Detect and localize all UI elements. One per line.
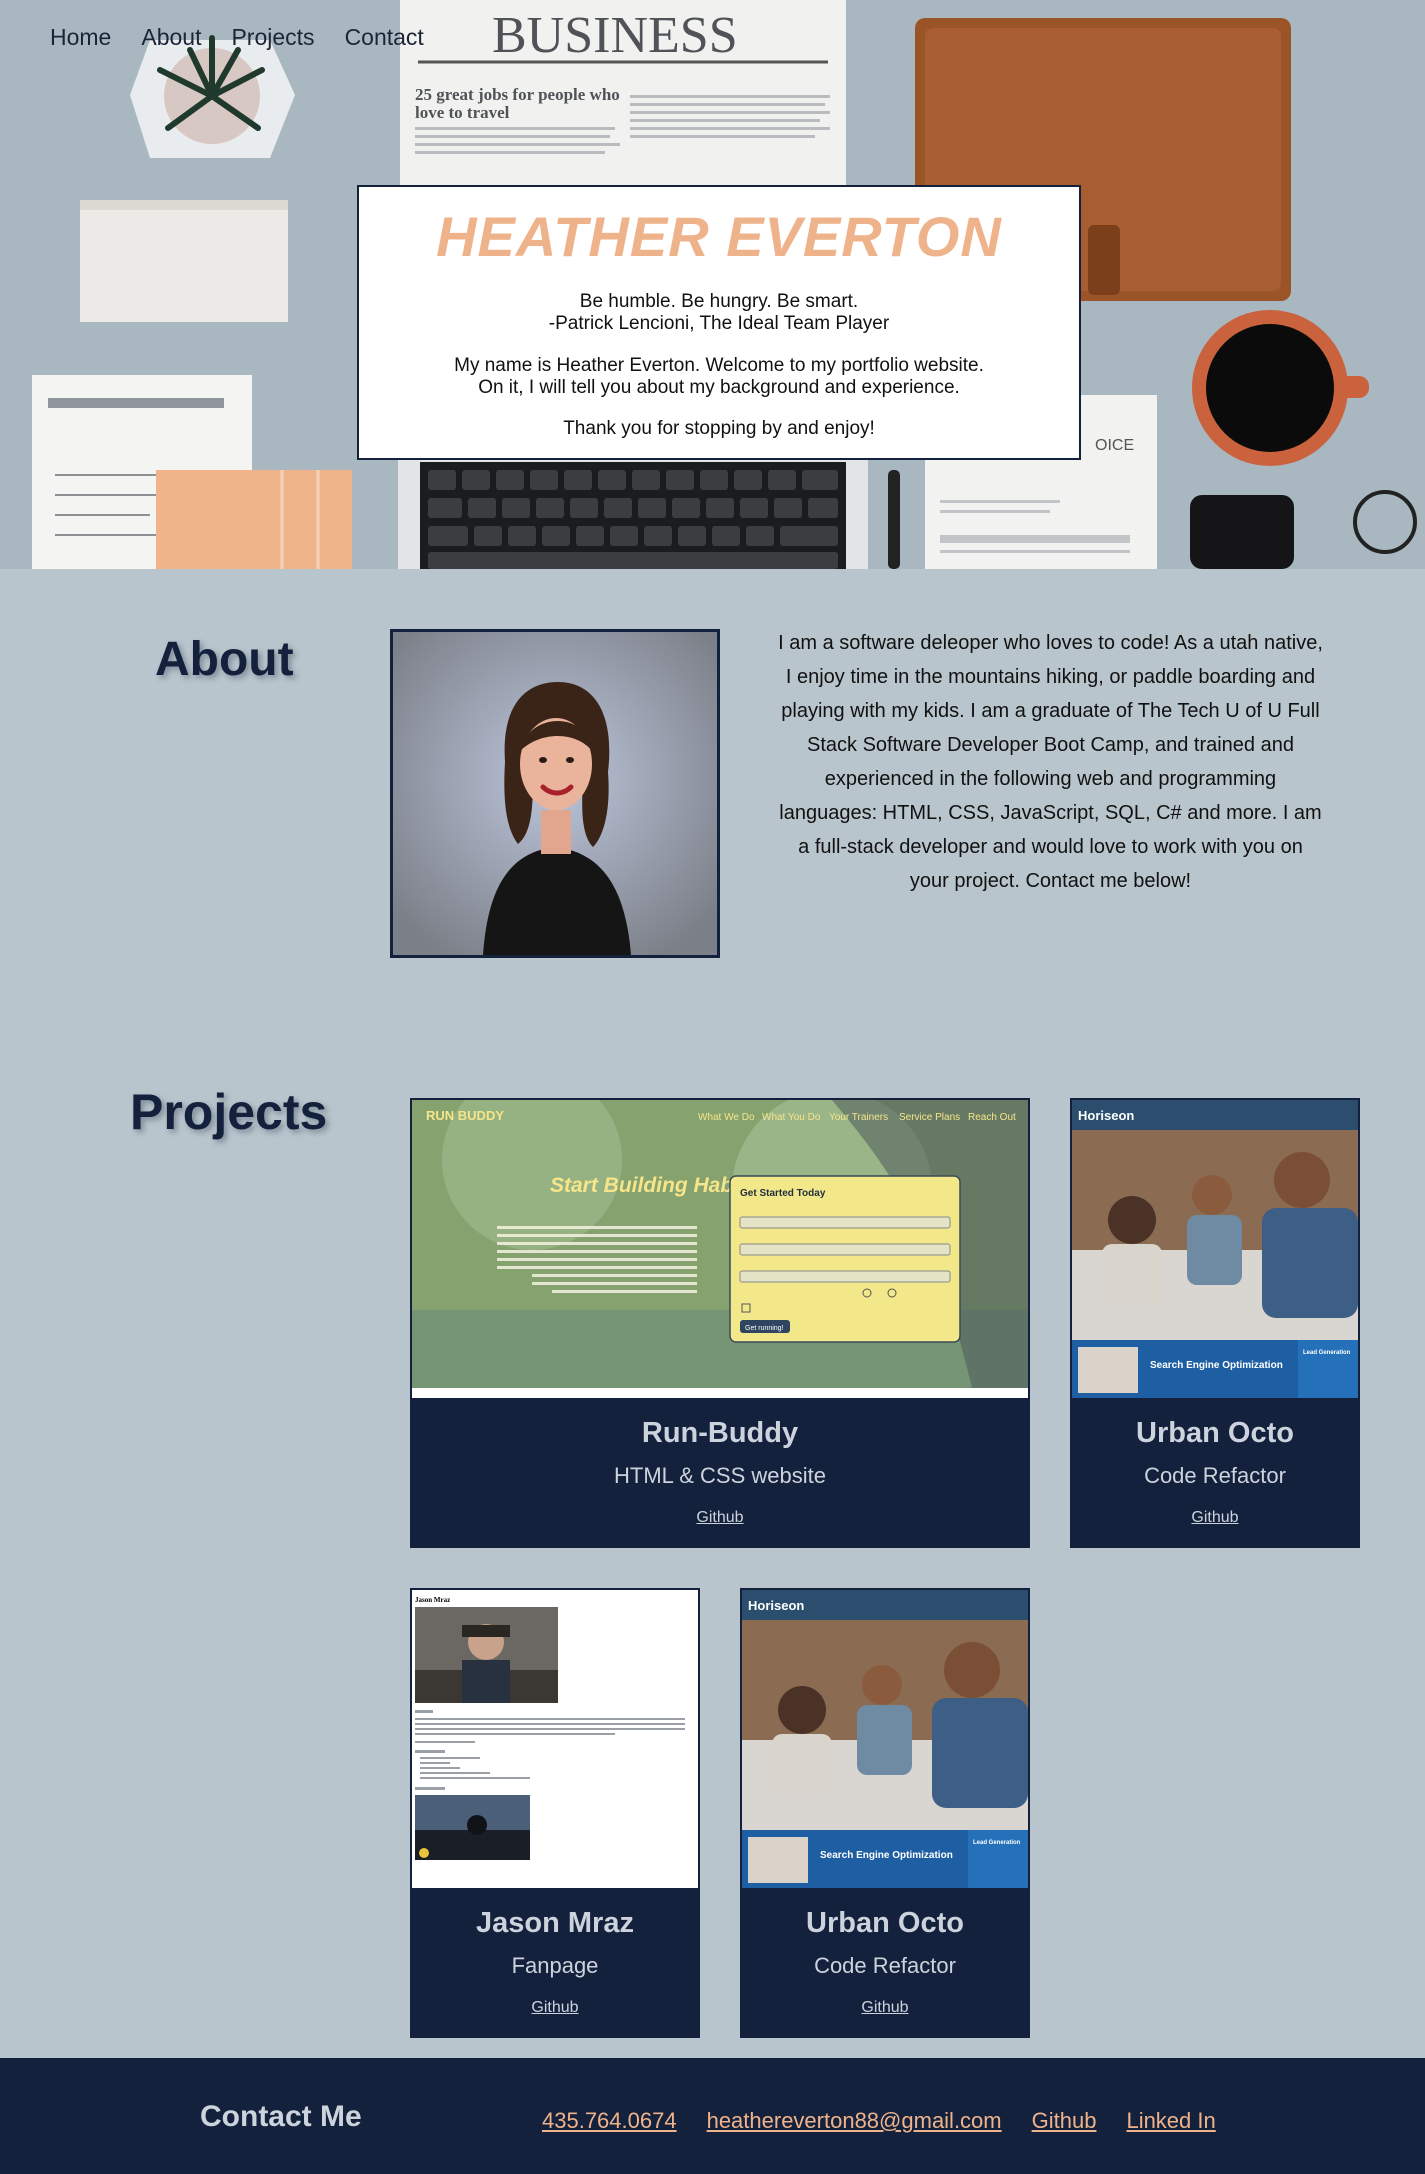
hero-intro-line: On it, I will tell you about my backgrou… <box>478 377 960 398</box>
run-buddy-form-button: Get running! <box>745 1325 784 1332</box>
card-info: Jason Mraz Fanpage Github <box>412 1888 698 2036</box>
contact-links: 435.764.0674 heathereverton88@gmail.com … <box>542 2108 1216 2134</box>
run-buddy-form-title: Get Started Today <box>740 1188 826 1199</box>
run-buddy-nav: What You Do <box>762 1112 821 1123</box>
hero-intro-card: HEATHER EVERTON Be humble. Be hungry. Be… <box>357 185 1081 460</box>
hero-quote-line: Be humble. Be hungry. Be smart. <box>579 291 859 312</box>
project-title: Urban Octo <box>1136 1417 1294 1449</box>
hero-section: BUSINESS 25 great jobs for people who lo… <box>0 0 1425 569</box>
card-info: Urban Octo Code Refactor Github <box>742 1888 1028 2036</box>
jason-mraz-screenshot: Jason Mraz <box>412 1590 698 1888</box>
project-github-link[interactable]: Github <box>696 1509 743 1527</box>
project-github-link[interactable]: Github <box>861 1999 908 2017</box>
svg-text:OICE: OICE <box>1095 437 1134 454</box>
main-nav: Home About Projects Contact <box>50 24 424 51</box>
horiseon-brand: Horiseon <box>748 1598 804 1613</box>
jason-mraz-brand: Jason Mraz <box>415 1596 450 1604</box>
github-link[interactable]: Github <box>1032 2108 1097 2134</box>
run-buddy-screenshot: RUN BUDDY What We Do What You Do Your Tr… <box>412 1100 1028 1398</box>
project-subtitle: HTML & CSS website <box>614 1463 826 1488</box>
project-subtitle: Code Refactor <box>814 1953 956 1978</box>
nav-about-link[interactable]: About <box>141 24 201 51</box>
project-title: Urban Octo <box>806 1907 964 1939</box>
hero-name-heading: HEATHER EVERTON <box>436 205 1002 268</box>
project-github-link[interactable]: Github <box>1191 1509 1238 1527</box>
horiseon-banner: Search Engine Optimization <box>1150 1360 1283 1371</box>
project-card-urban-octo-2[interactable]: Horiseon Search Engine Optimization Lead… <box>740 1588 1030 2038</box>
card-info: Run-Buddy HTML & CSS website Github <box>412 1398 1028 1546</box>
urban-octo-screenshot: Horiseon Search Engine Optimization Lead… <box>742 1590 1028 1888</box>
horiseon-side: Lead Generation <box>973 1840 1021 1846</box>
nav-projects-link[interactable]: Projects <box>231 24 314 51</box>
nav-contact-link[interactable]: Contact <box>345 24 424 51</box>
nav-home-link[interactable]: Home <box>50 24 111 51</box>
card-info: Urban Octo Code Refactor Github <box>1072 1398 1358 1546</box>
project-title: Jason Mraz <box>476 1907 634 1939</box>
hero-intro-text: My name is Heather Everton. Welcome to m… <box>359 355 1079 399</box>
run-buddy-brand: RUN BUDDY <box>426 1108 504 1123</box>
email-link[interactable]: heathereverton88@gmail.com <box>707 2108 1002 2134</box>
horiseon-side: Lead Generation <box>1303 1350 1351 1356</box>
horiseon-banner: Search Engine Optimization <box>820 1850 953 1861</box>
hero-intro-line: My name is Heather Everton. Welcome to m… <box>454 355 984 376</box>
run-buddy-nav: Service Plans <box>899 1112 960 1123</box>
project-card-run-buddy[interactable]: RUN BUDDY What We Do What You Do Your Tr… <box>410 1098 1030 1548</box>
urban-octo-screenshot: Horiseon Search Engine Optimization Lead… <box>1072 1100 1358 1398</box>
projects-heading: Projects <box>130 1084 328 1140</box>
svg-text:love to travel: love to travel <box>415 103 510 122</box>
project-subtitle: Code Refactor <box>1144 1463 1286 1488</box>
hero-quote-attribution: -Patrick Lencioni, The Ideal Team Player <box>548 313 890 334</box>
run-buddy-nav: What We Do <box>698 1112 755 1123</box>
profile-photo <box>390 629 720 958</box>
about-heading: About <box>155 633 294 686</box>
project-title: Run-Buddy <box>641 1417 799 1449</box>
svg-text:25 great jobs for people who: 25 great jobs for people who <box>415 85 620 104</box>
newspaper-masthead: BUSINESS <box>492 7 738 64</box>
project-subtitle: Fanpage <box>511 1953 599 1978</box>
project-card-urban-octo[interactable]: Horiseon Search Engine Optimization Lead… <box>1070 1098 1360 1548</box>
about-description: I am a software deleoper who loves to co… <box>778 632 1323 892</box>
hero-thanks-text: Thank you for stopping by and enjoy! <box>563 418 875 439</box>
linkedin-link[interactable]: Linked In <box>1126 2108 1215 2134</box>
hero-quote: Be humble. Be hungry. Be smart. -Patrick… <box>359 291 1079 335</box>
contact-heading: Contact Me <box>200 2100 362 2133</box>
phone-link[interactable]: 435.764.0674 <box>542 2108 677 2134</box>
run-buddy-nav: Your Trainers <box>829 1112 888 1123</box>
horiseon-brand: Horiseon <box>1078 1108 1134 1123</box>
contact-footer: Contact Me 435.764.0674 heathereverton88… <box>0 2058 1425 2174</box>
project-card-jason-mraz[interactable]: Jason Mraz Jason Mraz Fanpage Github <box>410 1588 700 2038</box>
project-github-link[interactable]: Github <box>531 1999 578 2017</box>
run-buddy-nav: Reach Out <box>968 1112 1016 1123</box>
